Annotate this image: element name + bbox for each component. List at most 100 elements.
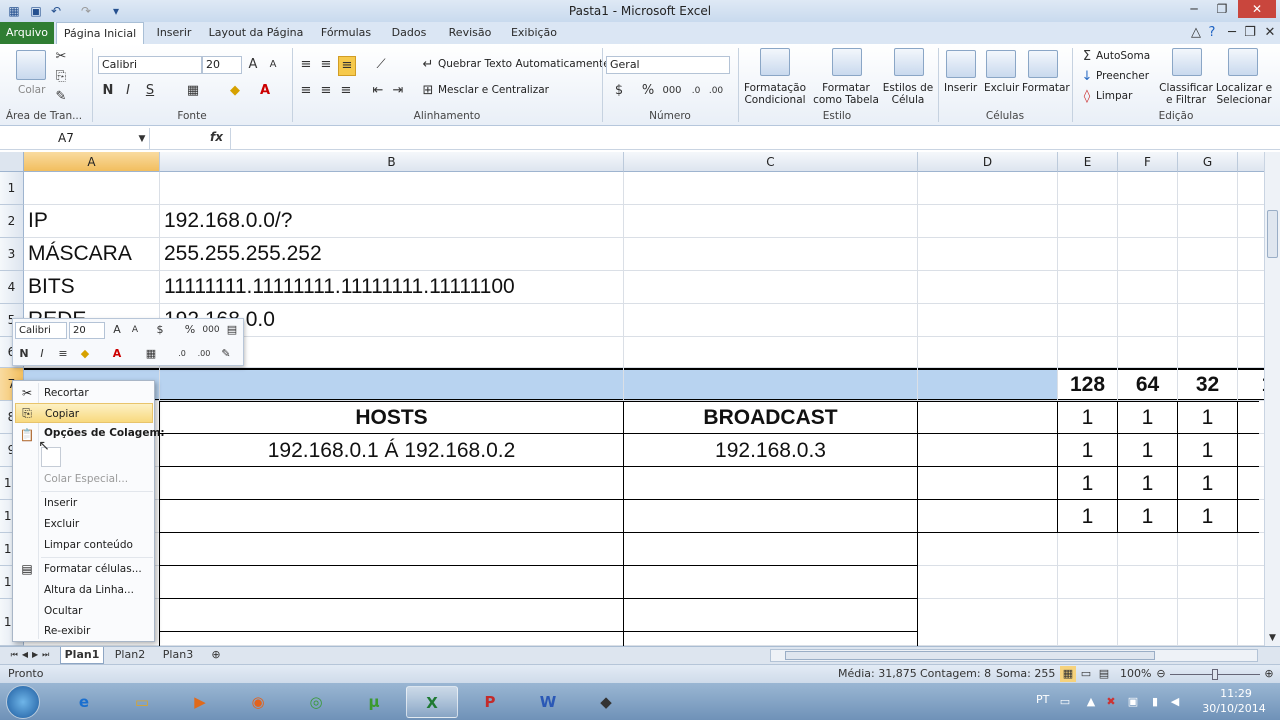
italic-button[interactable]: I: [120, 82, 136, 100]
mini-font-combo[interactable]: Calibri: [15, 322, 67, 339]
fill-icon[interactable]: ↓: [1080, 68, 1094, 86]
mini-size-combo[interactable]: 20: [69, 322, 105, 339]
page-layout-icon[interactable]: ▭: [1078, 666, 1094, 682]
taskbar-utorrent-icon[interactable]: µ: [348, 686, 400, 718]
row-header-3[interactable]: 3: [0, 238, 24, 271]
insert-sheet-icon[interactable]: ⊕: [206, 647, 226, 663]
menu-item-cut[interactable]: Recortar: [44, 383, 154, 403]
format-as-table-button[interactable]: Formatar como Tabela: [810, 82, 882, 106]
mini-format-icon[interactable]: ▤: [223, 321, 241, 339]
mini-fill-color-icon[interactable]: ◆: [77, 345, 93, 363]
tab-scroll-icons[interactable]: ⏮◀▶⏭: [2, 647, 62, 663]
taskbar-explorer-icon[interactable]: ▭: [116, 686, 168, 718]
restore-button[interactable]: ❐: [1208, 0, 1236, 18]
wrap-text-icon[interactable]: ↵: [420, 56, 436, 74]
sheet-tab-plan1[interactable]: Plan1: [60, 647, 104, 664]
taskbar-chrome-icon[interactable]: ◎: [290, 686, 342, 718]
mini-shrink-font-icon[interactable]: A: [127, 321, 143, 339]
tab-pagina-inicial[interactable]: Página Inicial: [56, 22, 144, 44]
format-painter-icon[interactable]: ✎: [54, 88, 68, 106]
align-left-icon[interactable]: ≡: [298, 82, 314, 100]
action-center-icon[interactable]: ✖: [1104, 693, 1118, 711]
delete-cells-button[interactable]: Excluir: [984, 82, 1019, 94]
merge-icon[interactable]: ⊞: [420, 82, 436, 100]
decrease-decimal-icon[interactable]: .00: [708, 82, 724, 100]
vertical-scroll-thumb[interactable]: [1267, 210, 1278, 258]
column-header-f[interactable]: F: [1118, 152, 1178, 172]
zoom-slider-thumb[interactable]: [1212, 669, 1218, 680]
menu-item-clear[interactable]: Limpar conteúdo: [44, 535, 154, 555]
name-box-dropdown-icon[interactable]: ▼: [136, 130, 148, 148]
row-header-4[interactable]: 4: [0, 271, 24, 304]
zoom-in-icon[interactable]: ⊕: [1262, 666, 1276, 682]
fill-button[interactable]: Preencher: [1096, 70, 1149, 82]
format-as-table-icon[interactable]: [832, 48, 862, 76]
menu-item-hide[interactable]: Ocultar: [44, 601, 154, 621]
clear-button[interactable]: Limpar: [1096, 90, 1132, 102]
menu-item-copy[interactable]: Copiar: [15, 403, 153, 423]
copy-icon[interactable]: ⎘: [54, 68, 68, 86]
menu-item-paste-special[interactable]: Colar Especial...: [44, 469, 154, 489]
menu-item-row-height[interactable]: Altura da Linha...: [44, 580, 154, 600]
mini-font-color-icon[interactable]: A: [109, 345, 125, 363]
mini-format-painter-icon[interactable]: ✎: [217, 345, 235, 363]
increase-decimal-icon[interactable]: .0: [688, 82, 704, 100]
format-cells-icon[interactable]: [1028, 50, 1058, 78]
clock-time[interactable]: 11:29: [1208, 687, 1264, 700]
sheet-tab-plan3[interactable]: Plan3: [156, 647, 200, 664]
number-format-combo[interactable]: Geral: [606, 56, 730, 74]
workbook-close-icon[interactable]: ✕: [1262, 24, 1278, 42]
taskbar-word-icon[interactable]: W: [522, 686, 574, 718]
sort-filter-button[interactable]: Classificar e Filtrar: [1158, 82, 1214, 106]
mini-italic-button[interactable]: I: [35, 345, 49, 363]
underline-button[interactable]: S: [142, 82, 158, 100]
zoom-out-icon[interactable]: ⊖: [1154, 666, 1168, 682]
insert-cells-button[interactable]: Inserir: [944, 82, 977, 94]
decrease-indent-icon[interactable]: ⇤: [370, 82, 386, 100]
sheet-tab-plan2[interactable]: Plan2: [108, 647, 152, 664]
close-button[interactable]: ✕: [1238, 0, 1276, 18]
taskbar-app-icon[interactable]: ◆: [580, 686, 632, 718]
shrink-font-icon[interactable]: A: [264, 56, 282, 74]
paste-icon[interactable]: [16, 50, 46, 80]
column-header-c[interactable]: C: [624, 152, 918, 172]
taskbar-ps-icon[interactable]: P: [464, 686, 516, 718]
align-top-icon[interactable]: ≡: [298, 56, 314, 74]
tab-dados[interactable]: Dados: [386, 22, 432, 44]
insert-function-button[interactable]: fx: [210, 130, 223, 144]
align-middle-icon[interactable]: ≡: [318, 56, 334, 74]
tab-exibicao[interactable]: Exibição: [506, 22, 562, 44]
column-header-e[interactable]: E: [1058, 152, 1118, 172]
increase-indent-icon[interactable]: ⇥: [390, 82, 406, 100]
find-select-button[interactable]: Localizar e Selecionar: [1214, 82, 1274, 106]
row-header-1[interactable]: 1: [0, 172, 24, 205]
network-icon[interactable]: ▮: [1148, 693, 1162, 711]
paste-button[interactable]: Colar: [18, 84, 45, 96]
mini-percent-button[interactable]: %: [183, 321, 197, 339]
menu-item-delete[interactable]: Excluir: [44, 514, 154, 534]
scroll-down-icon[interactable]: ▼: [1265, 632, 1280, 644]
select-all-corner[interactable]: [0, 152, 24, 172]
clock-date[interactable]: 30/10/2014: [1196, 702, 1272, 715]
mini-center-icon[interactable]: ≡: [55, 345, 71, 363]
formula-input[interactable]: [230, 128, 1270, 149]
cut-icon[interactable]: ✂: [54, 48, 68, 66]
merge-button[interactable]: Mesclar e Centralizar: [438, 84, 549, 96]
language-indicator[interactable]: PT: [1036, 693, 1049, 706]
cell-styles-icon[interactable]: [894, 48, 924, 76]
horizontal-scroll-thumb[interactable]: [785, 651, 1155, 660]
tray-app-icon[interactable]: ▣: [1126, 693, 1140, 711]
currency-icon[interactable]: $: [610, 82, 628, 100]
page-break-icon[interactable]: ▤: [1096, 666, 1112, 682]
menu-item-insert[interactable]: Inserir: [44, 493, 154, 513]
ribbon-collapse-icon[interactable]: △: [1188, 24, 1204, 42]
find-select-icon[interactable]: [1228, 48, 1258, 76]
align-center-icon[interactable]: ≡: [318, 82, 334, 100]
start-button[interactable]: [6, 685, 40, 719]
tab-layout[interactable]: Layout da Página: [206, 22, 306, 44]
normal-view-icon[interactable]: ▦: [1060, 666, 1076, 682]
mini-decrease-decimal-icon[interactable]: .00: [195, 345, 213, 363]
font-size-combo[interactable]: 20: [202, 56, 242, 74]
mini-bold-button[interactable]: N: [17, 345, 31, 363]
borders-icon[interactable]: ▦: [184, 82, 202, 100]
